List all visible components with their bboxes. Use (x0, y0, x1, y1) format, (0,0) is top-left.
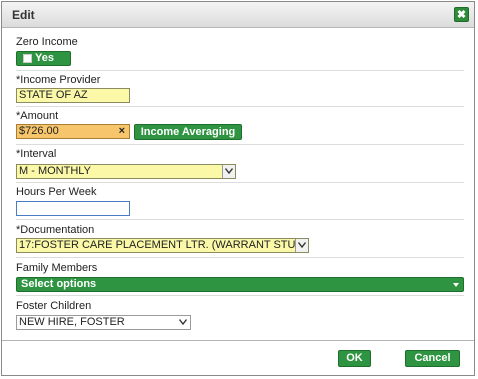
close-x-icon: ✖ (456, 9, 467, 21)
documentation-value: 17:FOSTER CARE PLACEMENT LTR. (WARRANT S… (19, 239, 307, 251)
family-members-section: Family Members Select options (16, 257, 464, 296)
foster-children-section: Foster Children NEW HIRE, FOSTER (16, 295, 464, 333)
zero-income-toggle-label: Yes (35, 52, 54, 64)
amount-label: *Amount (16, 110, 59, 122)
family-members-label: Family Members (16, 262, 98, 274)
income-provider-section: *Income Provider STATE OF AZ (16, 70, 464, 107)
hours-per-week-section: Hours Per Week (16, 182, 464, 220)
amount-section: *Amount $726.00 × Income Averaging (16, 106, 464, 145)
family-members-multiselect[interactable]: Select options (16, 277, 464, 292)
close-button[interactable]: ✖ (454, 7, 469, 22)
foster-children-value: NEW HIRE, FOSTER (19, 316, 125, 328)
ok-button[interactable]: OK (338, 350, 371, 367)
income-provider-input[interactable]: STATE OF AZ (16, 88, 130, 103)
chevron-down-icon (222, 165, 235, 178)
chevron-down-icon (177, 316, 190, 329)
amount-value: $726.00 (19, 125, 59, 137)
hours-per-week-label: Hours Per Week (16, 186, 97, 198)
documentation-select[interactable]: 17:FOSTER CARE PLACEMENT LTR. (WARRANT S… (16, 238, 309, 253)
amount-input[interactable]: $726.00 × (16, 124, 130, 139)
caret-down-icon (453, 283, 459, 287)
interval-value: M - MONTHLY (19, 165, 91, 177)
zero-income-toggle[interactable]: Yes (16, 51, 71, 66)
clear-icon[interactable]: × (119, 125, 125, 138)
income-provider-label: *Income Provider (16, 74, 101, 86)
documentation-section: *Documentation 17:FOSTER CARE PLACEMENT … (16, 219, 464, 258)
interval-select[interactable]: M - MONTHLY (16, 164, 236, 179)
zero-income-label: Zero Income (16, 36, 78, 48)
cancel-button[interactable]: Cancel (405, 350, 460, 367)
edit-dialog: Edit ✖ Zero Income Yes *Income Provider … (1, 1, 475, 376)
interval-label: *Interval (16, 148, 57, 160)
interval-section: *Interval M - MONTHLY (16, 144, 464, 183)
zero-income-section: Zero Income Yes (16, 33, 464, 71)
family-members-placeholder: Select options (21, 278, 97, 290)
chevron-down-icon (295, 239, 308, 252)
hours-per-week-input[interactable] (16, 201, 130, 216)
income-averaging-button[interactable]: Income Averaging (134, 124, 242, 140)
foster-children-select[interactable]: NEW HIRE, FOSTER (16, 315, 191, 330)
foster-children-label: Foster Children (16, 300, 92, 312)
dialog-title: Edit (12, 8, 35, 22)
dialog-footer: OK Cancel (2, 340, 474, 375)
documentation-label: *Documentation (16, 224, 95, 236)
dialog-titlebar[interactable]: Edit ✖ (2, 2, 474, 28)
checkbox-icon (23, 53, 32, 63)
